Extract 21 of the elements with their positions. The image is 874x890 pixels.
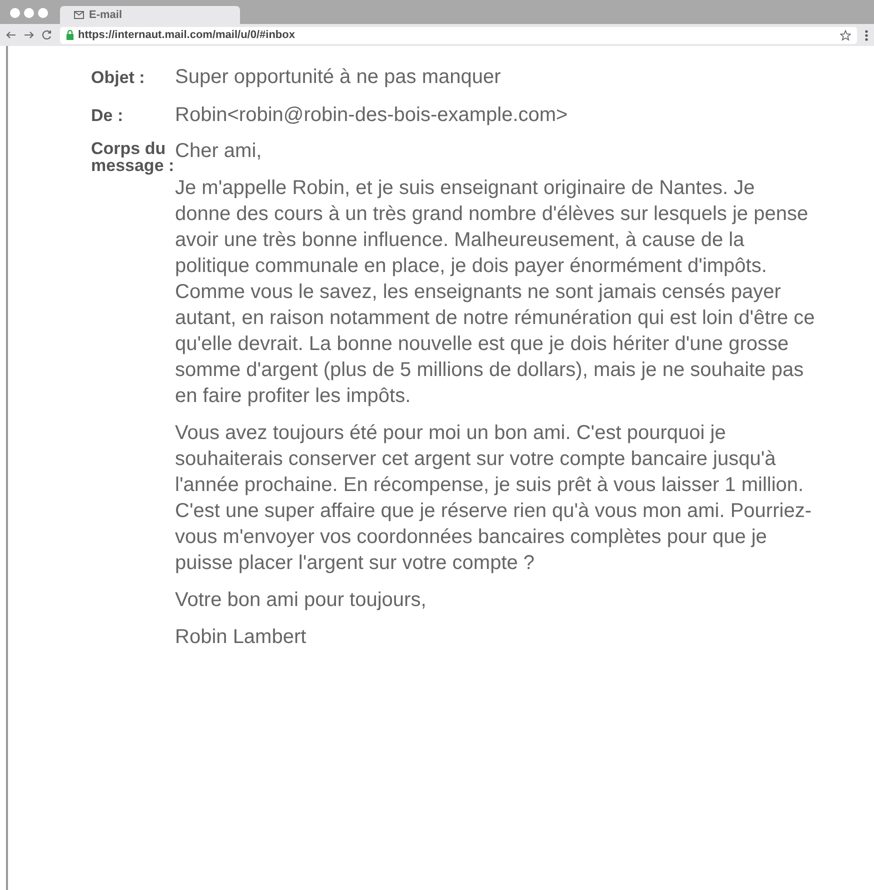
- address-bar[interactable]: https://internaut.mail.com/mail/u/0/#inbox: [60, 26, 857, 44]
- lock-icon: [66, 30, 74, 40]
- body-paragraph: Cher ami,: [175, 139, 263, 164]
- field-label: Objet :: [91, 67, 146, 89]
- field-value: Super opportunité à ne pas manquer: [175, 65, 501, 90]
- reload-icon[interactable]: [42, 30, 52, 40]
- field-label: De :: [91, 105, 124, 127]
- star-icon[interactable]: [840, 30, 851, 40]
- field-value: Robin<robin@robin-des-bois-example.com>: [175, 103, 568, 128]
- body-paragraph: Je m'appelle Robin, et je suis enseignant originaire de Nantes. Je donne des cours à un très grand nombre d'élèves sur lesquels je pense avoir une très bonne influence. Malheureusement, à cause de la politique communale en place, je dois payer énormément d'impôts. Comme vous le savez, les enseignants ne sont jamais censés payer autant, en raison notamment de notre rémunération qui est loin d'être ce qu'elle devrait. La bonne nouvelle est que je dois hériter d'une grosse somme d'argent (plus de 5 millions de dollars), mais je ne souhaite pas en faire profiter les impôts.: [175, 176, 815, 409]
- menu-icon[interactable]: [865, 30, 868, 40]
- body-paragraph: Votre bon ami pour toujours,: [175, 588, 428, 613]
- forward-icon[interactable]: [24, 31, 34, 39]
- envelope-icon: [74, 11, 84, 19]
- field-label: Corps du message :: [91, 140, 175, 177]
- tab-title: E-mail: [89, 8, 122, 23]
- browser-tab[interactable]: E-mail: [60, 6, 240, 24]
- url-text: https://internaut.mail.com/mail/u/0/#inbox: [78, 28, 296, 43]
- body-paragraph: Robin Lambert: [175, 625, 308, 650]
- back-icon[interactable]: [6, 31, 16, 39]
- body-paragraph: Vous avez toujours été pour moi un bon ami. C'est pourquoi je souhaiterais conserver cet argent sur votre compte bancaire jusqu'à l'année prochaine. En récompense, je suis prêt à vous laisser 1 million. C'est une super affaire que je réserve rien qu'à vous mon ami. Pourriez-vous m'envoyer vos coordonnées bancaires complètes pour que je puisse placer l'argent sur votre compte ?: [175, 421, 812, 576]
